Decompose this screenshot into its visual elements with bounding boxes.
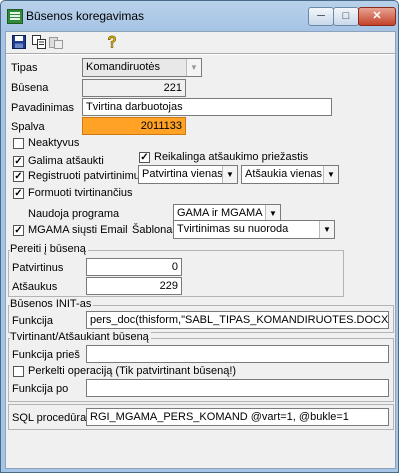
maximize-button[interactable]: □ — [333, 7, 359, 26]
patvirtina-value: Patvirtina vienas — [142, 168, 223, 180]
chevron-down-icon: ▼ — [186, 59, 201, 76]
chevron-down-icon: ▼ — [222, 166, 237, 183]
sql-procedura-label: SQL procedūra — [12, 412, 87, 424]
minimize-button[interactable]: ─ — [308, 7, 334, 26]
registruoti-label: Registruoti patvirtinimus — [28, 170, 146, 182]
tipas-value: Komandiruotės — [86, 61, 160, 73]
atsaukia-value: Atšaukia vienas — [245, 168, 323, 180]
busena-field[interactable]: 221 — [82, 79, 186, 97]
window-title: Būsenos koregavimas — [26, 9, 145, 23]
paste-icon[interactable] — [49, 35, 63, 49]
floppy-disk-icon[interactable] — [12, 35, 26, 49]
busena-label: Būsena — [11, 82, 49, 94]
mgama-email-checkbox[interactable]: ✓ — [13, 225, 24, 236]
naudoja-programa-value: GAMA ir MGAMA — [177, 207, 263, 219]
perkelti-operacija-checkbox[interactable] — [13, 366, 24, 377]
sablonas-value: Tvirtinimas su nuoroda — [177, 223, 289, 235]
init-group-title: Būsenos INIT-as — [10, 298, 94, 310]
sablonas-select[interactable]: Tvirtinimas su nuoroda ▼ — [173, 220, 335, 239]
patvirtina-select[interactable]: Patvirtina vienas ▼ — [138, 165, 238, 184]
formuoti-label: Formuoti tvirtinančius — [28, 187, 133, 199]
init-funkcija-field[interactable]: pers_doc(thisform,"SABL_TIPAS_KOMANDIRUO… — [86, 311, 389, 329]
perkelti-operacija-label: Perkelti operaciją (Tik patvirtinant būs… — [28, 365, 237, 377]
pavadinimas-label: Pavadinimas — [11, 102, 74, 114]
atsaukus-field[interactable]: 229 — [86, 277, 182, 295]
spalva-label: Spalva — [11, 121, 45, 133]
formuoti-checkbox[interactable]: ✓ — [13, 188, 24, 199]
tipas-select[interactable]: Komandiruotės ▼ — [82, 58, 202, 77]
sablonas-label: Šablonas — [132, 224, 178, 236]
funkcija-po-label: Funkcija po — [12, 383, 69, 395]
init-funkcija-label: Funkcija — [12, 315, 53, 327]
naudoja-programa-label: Naudoja programa — [28, 208, 120, 220]
help-icon[interactable] — [106, 35, 118, 49]
patvirtinus-field[interactable]: 0 — [86, 258, 182, 276]
galima-atsaukti-checkbox[interactable]: ✓ — [13, 156, 24, 167]
patvirtinus-label: Patvirtinus — [12, 262, 64, 274]
funkcija-pries-field[interactable] — [86, 345, 389, 363]
funkcija-po-field[interactable] — [86, 379, 389, 397]
reikalinga-priezastis-checkbox[interactable]: ✓ — [139, 152, 150, 163]
close-button[interactable]: ✕ — [358, 7, 396, 26]
neaktyvus-checkbox[interactable] — [13, 138, 24, 149]
pereiti-group-title: Pereiti į būseną — [10, 243, 88, 255]
neaktyvus-label: Neaktyvus — [28, 137, 80, 149]
copy-icon[interactable] — [32, 35, 46, 49]
tvirtinant-group-title: Tvirtinant/Atšaukiant būseną — [10, 331, 151, 343]
chevron-down-icon: ▼ — [319, 221, 334, 238]
title-bar[interactable]: Būsenos koregavimas ─ □ ✕ — [1, 1, 398, 31]
spalva-color-field[interactable]: 2011133 — [82, 117, 186, 135]
atsaukia-select[interactable]: Atšaukia vienas ▼ — [241, 165, 339, 184]
app-icon — [7, 9, 23, 24]
pavadinimas-field[interactable]: Tvirtina darbuotojas — [82, 98, 332, 116]
mgama-email-label: MGAMA siųsti Email — [28, 224, 128, 236]
toolbar — [6, 32, 395, 52]
funkcija-pries-label: Funkcija prieš — [12, 349, 80, 361]
atsaukus-label: Atšaukus — [12, 281, 58, 293]
sql-procedura-field[interactable]: RGI_MGAMA_PERS_KOMAND @vart=1, @bukle=1 — [86, 408, 389, 426]
toolbar-separator — [6, 53, 395, 55]
dialog-window: Būsenos koregavimas ─ □ ✕ Tipas Komandir… — [0, 0, 399, 473]
reikalinga-priezastis-label: Reikalinga atšaukimo priežastis — [154, 151, 309, 163]
chevron-down-icon: ▼ — [323, 166, 338, 183]
dialog-client-area: Tipas Komandiruotės ▼ Būsena 221 Pavadin… — [5, 31, 396, 469]
galima-atsaukti-label: Galima atšaukti — [28, 155, 104, 167]
tipas-label: Tipas — [11, 62, 38, 74]
registruoti-checkbox[interactable]: ✓ — [13, 171, 24, 182]
